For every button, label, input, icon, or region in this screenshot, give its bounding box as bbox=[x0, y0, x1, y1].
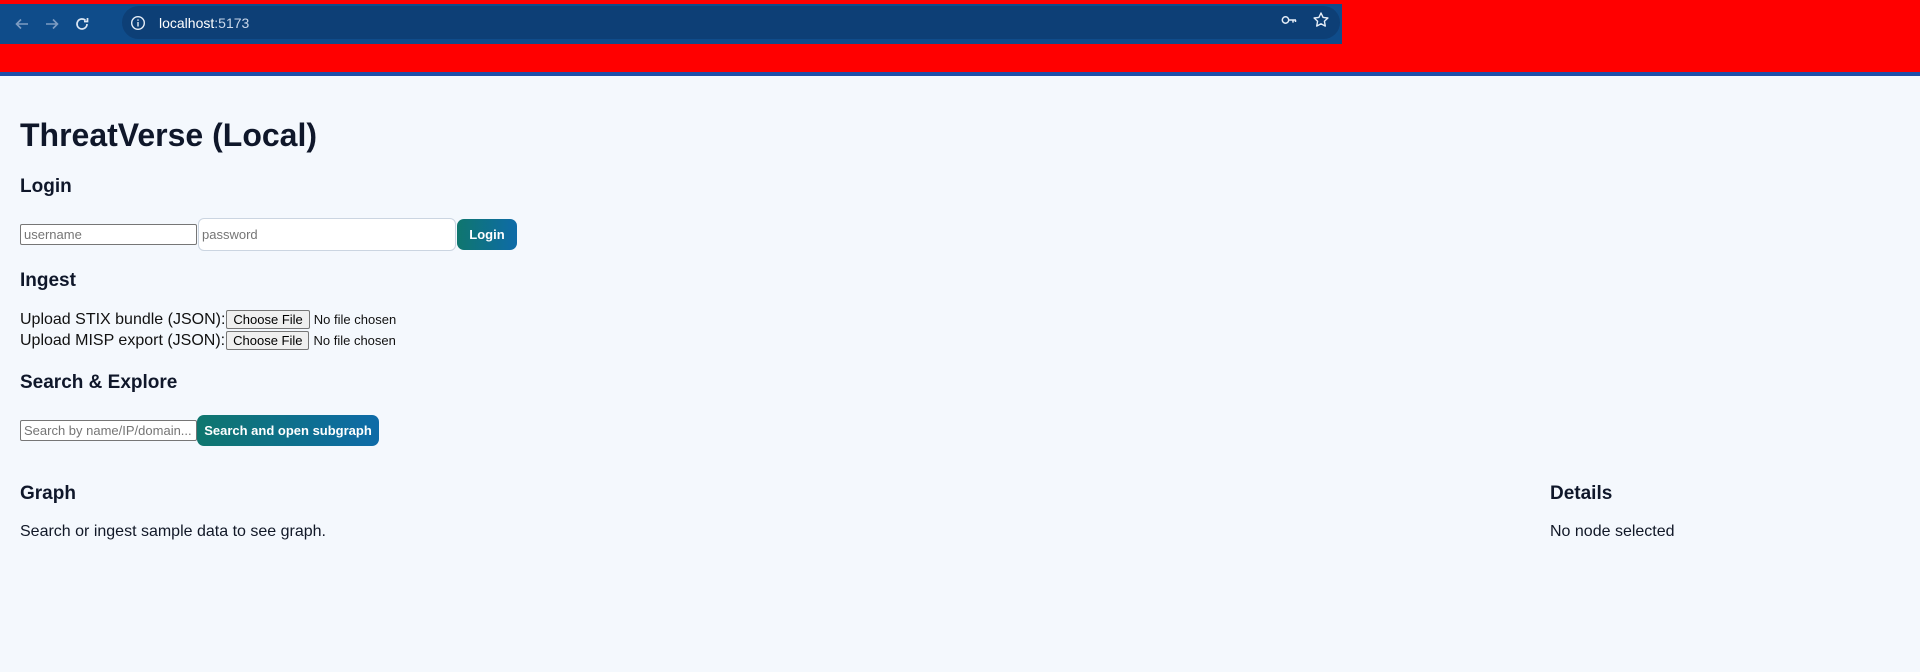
ingest-heading: Ingest bbox=[20, 270, 76, 291]
stix-choose-file-button[interactable]: Choose File bbox=[226, 310, 310, 329]
stix-upload-row: Upload STIX bundle (JSON): Choose File N… bbox=[20, 310, 396, 329]
url-port: :5173 bbox=[214, 14, 250, 31]
back-button[interactable] bbox=[7, 9, 37, 39]
graph-empty-message: Search or ingest sample data to see grap… bbox=[20, 523, 326, 540]
graph-heading: Graph bbox=[20, 483, 76, 504]
star-icon[interactable] bbox=[1312, 11, 1330, 34]
reload-button[interactable] bbox=[67, 9, 97, 39]
search-heading: Search & Explore bbox=[20, 372, 178, 393]
key-icon[interactable] bbox=[1280, 11, 1298, 34]
details-empty-message: No node selected bbox=[1550, 523, 1675, 540]
details-heading: Details bbox=[1550, 483, 1613, 504]
browser-toolbar: localhost:5173 bbox=[0, 4, 1342, 44]
site-info-icon[interactable] bbox=[130, 15, 146, 31]
reload-icon bbox=[76, 18, 89, 30]
stix-file-status: No file chosen bbox=[313, 312, 397, 327]
app-title: ThreatVerse (Local) bbox=[20, 117, 317, 153]
address-url: localhost:5173 bbox=[159, 15, 249, 31]
address-bar[interactable]: localhost:5173 bbox=[122, 6, 1340, 39]
username-input[interactable] bbox=[20, 224, 197, 245]
arrow-left-icon bbox=[15, 18, 28, 30]
misp-file-status: No file chosen bbox=[313, 333, 396, 348]
browser-frame-band bbox=[0, 44, 1920, 72]
login-heading: Login bbox=[20, 176, 72, 197]
password-input[interactable] bbox=[198, 218, 456, 251]
search-input[interactable] bbox=[20, 420, 197, 441]
arrow-right-icon bbox=[46, 18, 59, 30]
login-button[interactable]: Login bbox=[457, 219, 517, 250]
misp-upload-label: Upload MISP export (JSON): bbox=[20, 331, 226, 349]
app-page: ThreatVerse (Local) Login Login Ingest U… bbox=[20, 76, 1920, 672]
misp-choose-file-button[interactable]: Choose File bbox=[226, 331, 310, 350]
url-host: localhost bbox=[159, 14, 215, 31]
stix-upload-label: Upload STIX bundle (JSON): bbox=[20, 310, 226, 328]
misp-upload-row: Upload MISP export (JSON): Choose File N… bbox=[20, 331, 396, 350]
forward-button[interactable] bbox=[37, 9, 67, 39]
search-subgraph-button[interactable]: Search and open subgraph bbox=[197, 415, 379, 446]
